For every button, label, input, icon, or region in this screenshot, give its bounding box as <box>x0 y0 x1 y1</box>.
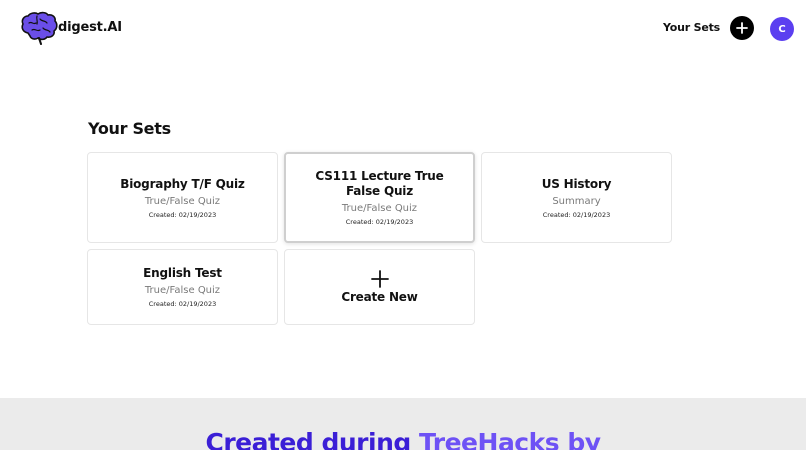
set-card-title: English Test <box>143 266 222 280</box>
plus-icon <box>370 270 389 288</box>
footer-heading-part1: Created during <box>205 428 419 450</box>
user-avatar[interactable]: C <box>770 17 794 41</box>
set-card-title: CS111 Lecture True False Quiz <box>315 169 444 198</box>
set-card-type: True/False Quiz <box>341 203 418 214</box>
page: digest.AI Your Sets C Your Sets Biograph… <box>0 0 806 450</box>
set-card[interactable]: CS111 Lecture True False Quiz True/False… <box>284 152 475 243</box>
brand-name: digest.AI <box>58 19 122 35</box>
set-card-title: US History <box>541 176 612 191</box>
create-set-button[interactable] <box>730 16 754 40</box>
brain-logo-icon <box>21 11 58 45</box>
nav-your-sets-link[interactable]: Your Sets <box>663 21 720 34</box>
set-card[interactable]: US History Summary Created: 02/19/2023 <box>481 152 672 243</box>
set-card-date: Created: 02/19/2023 <box>148 300 217 308</box>
set-card[interactable]: Biography T/F Quiz True/False Quiz Creat… <box>87 152 278 243</box>
create-new-card[interactable]: Create New <box>284 249 475 325</box>
set-card-type: True/False Quiz <box>144 285 221 296</box>
footer: Created during TreeHacks by <box>0 398 806 450</box>
set-card[interactable]: English Test True/False Quiz Created: 02… <box>87 249 278 325</box>
set-card-date: Created: 02/19/2023 <box>542 210 611 219</box>
footer-heading: Created during TreeHacks by <box>0 428 806 450</box>
set-card-date: Created: 02/19/2023 <box>148 210 217 219</box>
set-card-type: True/False Quiz <box>144 195 221 207</box>
set-card-date: Created: 02/19/2023 <box>345 218 414 226</box>
avatar-initial: C <box>778 23 786 35</box>
set-card-type: Summary <box>552 195 601 207</box>
page-title: Your Sets <box>88 119 171 138</box>
plus-icon <box>736 22 748 34</box>
brand-logo[interactable]: digest.AI <box>20 11 122 45</box>
footer-heading-part2: TreeHacks by <box>418 428 601 450</box>
set-card-title: Biography T/F Quiz <box>120 176 245 191</box>
create-new-label: Create New <box>341 290 418 304</box>
top-navbar: digest.AI Your Sets C <box>0 0 806 58</box>
